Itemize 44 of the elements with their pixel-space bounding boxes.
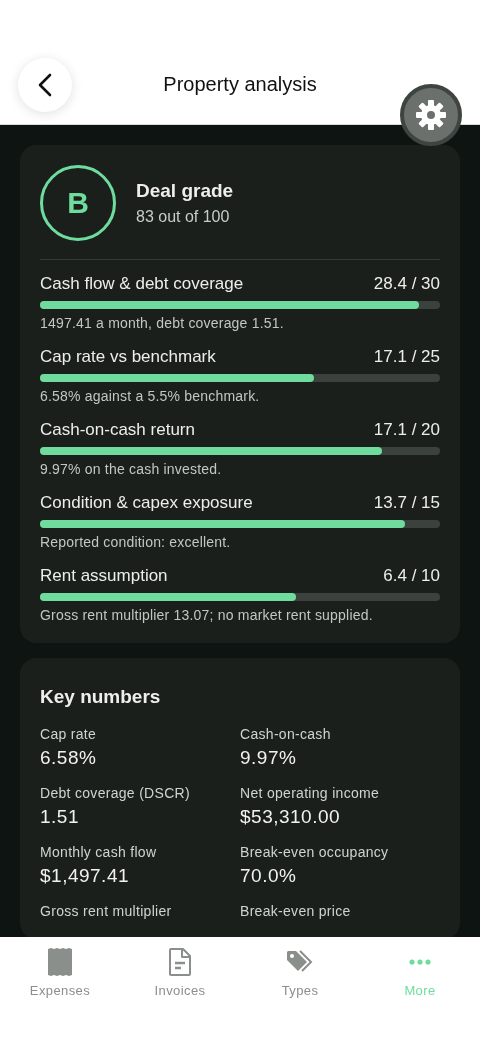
metric-value: 6.58%: [40, 747, 98, 769]
section-title: Key numbers: [40, 686, 162, 708]
factor-points: 6.4 / 10: [383, 566, 440, 586]
metric-value: $1,497.41: [40, 865, 131, 887]
factor-points: 13.7 / 15: [373, 493, 440, 513]
factor-label: Cash flow & debt coverage: [40, 274, 244, 294]
grade-title: Deal grade: [136, 180, 234, 202]
metric-label: Debt coverage (DSCR): [40, 785, 191, 801]
document-icon: [169, 948, 191, 976]
more-icon: [409, 959, 431, 965]
factor-note: 1497.41 a month, debt coverage 1.51.: [40, 315, 285, 331]
factor-note: Reported condition: excellent.: [40, 534, 232, 550]
back-button[interactable]: [18, 58, 72, 112]
chevron-left-icon: [37, 73, 53, 97]
metric-label: Cap rate: [40, 726, 98, 742]
metric-label: Net operating income: [240, 785, 381, 801]
metric-value: 9.97%: [240, 747, 298, 769]
receipt-icon: [47, 948, 73, 976]
tab-item[interactable]: Invoices: [120, 947, 240, 998]
page-title: Property analysis: [163, 72, 317, 96]
factor-label: Cap rate vs benchmark: [40, 347, 216, 367]
metric-value: $53,310.00: [240, 806, 342, 828]
factor-points: 17.1 / 20: [373, 420, 440, 440]
tab-item[interactable]: Types: [240, 947, 360, 998]
settings-icon: [414, 98, 448, 132]
metric-label: Monthly cash flow: [40, 844, 158, 860]
metric-value: 70.0%: [240, 865, 298, 887]
metric-label: Cash-on-cash: [240, 726, 332, 742]
tags-icon: [286, 950, 314, 974]
factor-note: 9.97% on the cash invested.: [40, 461, 223, 477]
factor-label: Cash-on-cash return: [40, 420, 195, 440]
grade-score: 83 out of 100: [136, 208, 231, 226]
factor-label: Rent assumption: [40, 566, 168, 586]
factor-points: 17.1 / 25: [373, 347, 440, 367]
metric-label: Break-even occupancy: [240, 844, 390, 860]
metric-label: Break-even price: [240, 903, 352, 919]
metric-label: Gross rent multiplier: [40, 903, 173, 919]
tab-item[interactable]: Expenses: [0, 947, 120, 998]
factor-note: 6.58% against a 5.5% benchmark.: [40, 388, 261, 404]
factor-points: 28.4 / 30: [373, 274, 440, 294]
grade-badge: B: [40, 165, 116, 241]
factor-label: Condition & capex exposure: [40, 493, 253, 513]
metric-value: 1.51: [40, 806, 80, 828]
factor-note: Gross rent multiplier 13.07; no market rent supplied.: [40, 607, 374, 623]
